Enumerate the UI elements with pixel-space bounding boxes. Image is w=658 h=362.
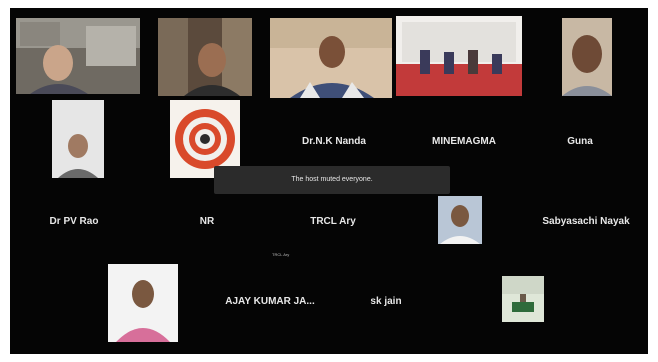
participant-photo-2 <box>438 196 482 244</box>
participant-photo-1 <box>52 100 104 178</box>
participant-video-tile-4[interactable] <box>396 16 522 96</box>
participant-video-5 <box>562 18 612 96</box>
participant-photo-tile-2[interactable] <box>438 196 482 244</box>
participant-name-dr-nk-nanda: Dr.N.K Nanda <box>302 136 366 147</box>
speaking-indicator-label: TRCL Ary <box>272 252 290 257</box>
participant-video-1 <box>16 18 140 94</box>
participant-video-tile-2[interactable] <box>158 18 252 96</box>
participant-name-sabyasachi-nayak: Sabyasachi Nayak <box>542 216 630 227</box>
meeting-gallery-view: Dr.N.K Nanda MINEMAGMA Guna The host mut… <box>10 8 648 354</box>
participant-name-sk-jain: sk jain <box>370 296 402 307</box>
participant-name-ajay-kumar: AJAY KUMAR JA... <box>225 296 315 307</box>
participant-name-nr: NR <box>199 216 215 227</box>
participant-photo-tile-1[interactable] <box>52 100 104 178</box>
participant-video-tile-1[interactable] <box>16 18 140 94</box>
participant-photo-tile-4[interactable] <box>502 276 544 322</box>
participant-name-dr-pv-rao: Dr PV Rao <box>49 216 99 227</box>
participant-photo-tile-3[interactable] <box>108 264 178 342</box>
participant-video-3 <box>270 18 392 98</box>
participant-name-minemagma: MINEMAGMA <box>432 136 496 147</box>
participant-photo-4 <box>502 276 544 322</box>
participant-video-2 <box>158 18 252 96</box>
toast-host-muted-everyone: The host muted everyone. <box>214 166 450 194</box>
participant-photo-3 <box>108 264 178 342</box>
participant-video-tile-5[interactable] <box>562 18 612 96</box>
participant-name-trcl-ary: TRCL Ary <box>310 216 356 227</box>
participant-name-guna: Guna <box>567 136 593 147</box>
participant-video-tile-3[interactable] <box>270 18 392 98</box>
participant-video-4 <box>396 16 522 96</box>
